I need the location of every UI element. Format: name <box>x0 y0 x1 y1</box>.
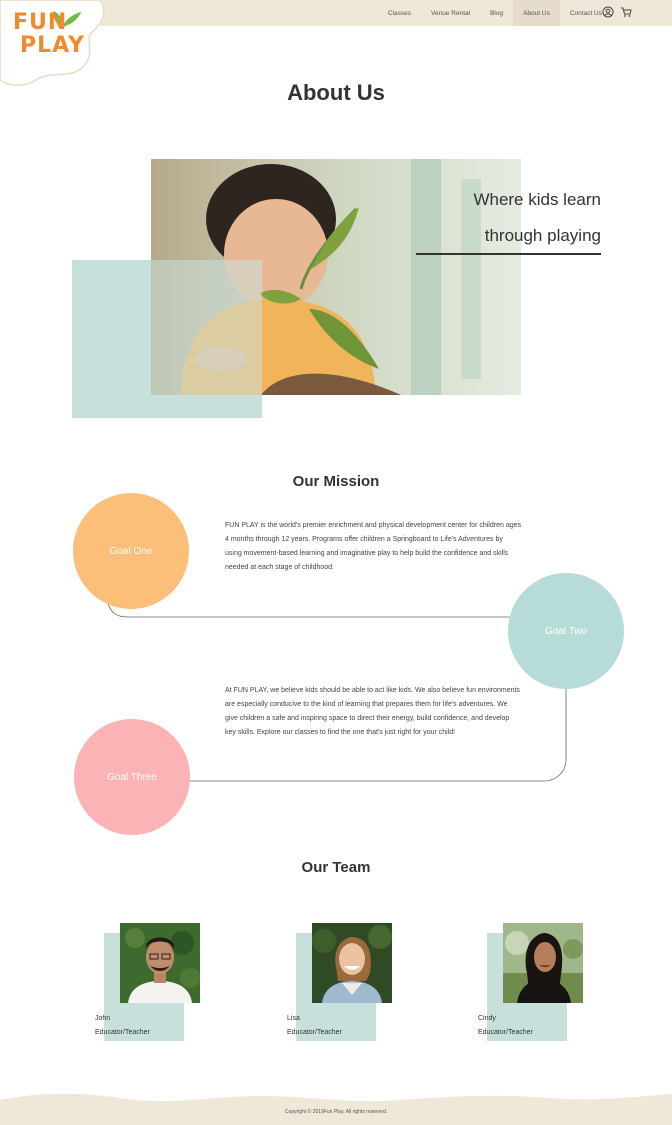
team-member-card: Cindy Educator/Teacher <box>478 923 598 1048</box>
team-member-role: Educator/Teacher <box>95 1029 150 1036</box>
hero-overlay <box>151 260 262 395</box>
nav-item-about-us[interactable]: About Us <box>513 0 560 26</box>
tagline-underline <box>416 253 601 255</box>
footer-wave <box>0 1093 672 1125</box>
team-member-name: John <box>95 1015 111 1022</box>
logo-fun-text: FUN <box>13 10 68 35</box>
team-member-name: Lisa <box>287 1015 300 1022</box>
logo-play-text: PLAY <box>20 33 85 58</box>
team-member-role: Educator/Teacher <box>478 1029 533 1036</box>
team-member-photo <box>503 923 583 1003</box>
team-member-photo <box>312 923 392 1003</box>
page-title: About Us <box>287 80 385 105</box>
goal-two-label: Goal Two <box>544 625 588 637</box>
team-member-card: John Educator/Teacher <box>95 923 215 1048</box>
team-member-name: Cindy <box>478 1015 496 1022</box>
nav-item-venue-rental[interactable]: Venue Rental <box>421 0 480 26</box>
footer-copyright: Copyright © 2019Fun Play. All rights res… <box>284 1109 388 1115</box>
nav-icons <box>602 6 632 18</box>
brand-logo[interactable]: FUN PLAY <box>0 0 110 88</box>
goal-three-circle: Goal Three <box>74 719 190 835</box>
mission-paragraph-2: At FUN PLAY, we believe kids should be a… <box>225 687 520 736</box>
hero-tagline-line2: through playing <box>484 226 601 245</box>
team-member-card: Lisa Educator/Teacher <box>287 923 407 1048</box>
hero-tagline-line1: Where kids learn <box>473 190 601 209</box>
goal-one-circle: Goal One <box>73 493 189 609</box>
team-title: Our Team <box>301 859 371 876</box>
nav-item-blog[interactable]: Blog <box>480 0 513 26</box>
goal-one-label: Goal One <box>109 545 153 557</box>
main-nav: Classes Venue Rental Blog About Us Conta… <box>378 0 612 26</box>
goal-three-label: Goal Three <box>107 771 157 783</box>
team-member-photo <box>120 923 200 1003</box>
team-member-role: Educator/Teacher <box>287 1029 342 1036</box>
user-icon[interactable] <box>602 6 614 18</box>
nav-item-classes[interactable]: Classes <box>378 0 421 26</box>
cart-icon[interactable] <box>620 6 632 18</box>
mission-title: Our Mission <box>292 473 380 490</box>
goal-two-circle: Goal Two <box>508 573 624 689</box>
mission-paragraph-1: FUN PLAY is the world's premier enrichme… <box>225 522 521 571</box>
